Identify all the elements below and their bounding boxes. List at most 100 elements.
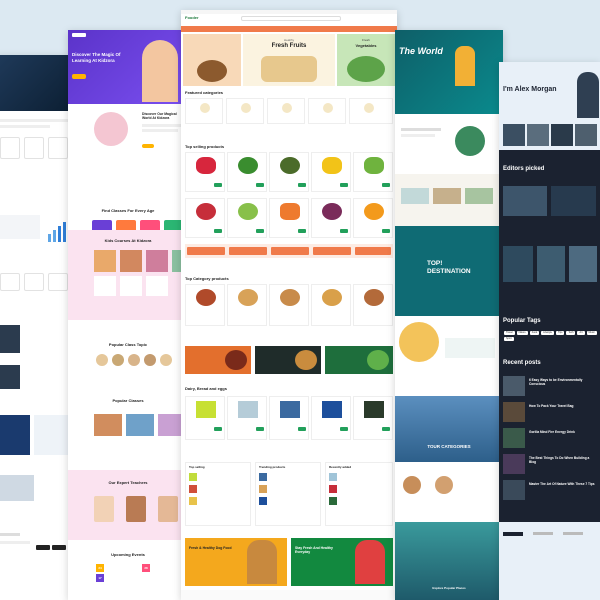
video-card[interactable] bbox=[537, 246, 565, 282]
promo-banner[interactable]: Fresh & Healthy Dog Food bbox=[185, 538, 287, 586]
hero-button[interactable] bbox=[72, 74, 86, 79]
tag[interactable]: Tips bbox=[555, 331, 565, 335]
category-card[interactable] bbox=[226, 98, 264, 124]
video-card[interactable] bbox=[503, 246, 533, 282]
product-column: Trending products bbox=[255, 462, 321, 526]
product-column: Top selling bbox=[185, 462, 251, 526]
category-product[interactable] bbox=[227, 284, 267, 326]
recent-post[interactable]: 6 Easy Ways to be Environmentally Consci… bbox=[503, 376, 596, 398]
product-card[interactable] bbox=[311, 396, 351, 440]
deal-banner[interactable] bbox=[255, 346, 321, 374]
hero-banner[interactable] bbox=[183, 34, 241, 86]
popular-title: Popular Class Topic bbox=[108, 342, 148, 347]
tour-strip bbox=[395, 174, 503, 226]
product-card[interactable] bbox=[269, 396, 309, 440]
product-card[interactable] bbox=[227, 198, 267, 238]
category-product[interactable] bbox=[311, 284, 351, 326]
tag[interactable]: Travel bbox=[504, 331, 515, 335]
product-card[interactable] bbox=[311, 152, 351, 192]
nav-bar bbox=[181, 26, 397, 32]
thumb-strip bbox=[499, 120, 600, 150]
event-date: 28 bbox=[142, 564, 150, 572]
recent-post[interactable]: The Best Things To Do When Building a Bl… bbox=[503, 454, 596, 476]
product-column: Recently added bbox=[325, 462, 393, 526]
courses-section: Kids Courses At Kidzora bbox=[68, 230, 188, 320]
blog-footer bbox=[499, 522, 600, 600]
product-card[interactable] bbox=[269, 152, 309, 192]
text-line bbox=[0, 125, 50, 128]
product-card[interactable] bbox=[311, 198, 351, 238]
text-block bbox=[0, 215, 40, 239]
editor-card[interactable] bbox=[551, 186, 596, 216]
popular-classes-section: Popular Classes bbox=[68, 390, 188, 470]
tag[interactable]: Art bbox=[577, 331, 585, 335]
child-photo bbox=[142, 40, 178, 102]
editors-title: Editors picked bbox=[503, 166, 545, 172]
tag[interactable]: Tech bbox=[566, 331, 576, 335]
hero-image bbox=[0, 55, 72, 111]
recent-post[interactable]: Master The Art Of Nature With These 7 Ti… bbox=[503, 480, 596, 502]
category-card[interactable] bbox=[308, 98, 346, 124]
search-input[interactable] bbox=[241, 16, 341, 21]
tag[interactable]: Lifestyle bbox=[541, 331, 554, 335]
tag-list: Travel Nature Food Lifestyle Tips Tech Art Musi… bbox=[503, 330, 598, 342]
bar-chart bbox=[46, 220, 70, 242]
product-card[interactable] bbox=[185, 152, 225, 192]
destination-section: TOP! DESTINATION bbox=[395, 226, 503, 316]
top-selling-title: Top selling products bbox=[185, 144, 225, 149]
tag[interactable]: Food bbox=[529, 331, 540, 335]
product-card[interactable] bbox=[269, 198, 309, 238]
category-card[interactable] bbox=[267, 98, 305, 124]
form-block bbox=[34, 415, 68, 455]
tag[interactable]: Sport bbox=[504, 337, 514, 341]
card bbox=[24, 137, 44, 159]
topics-section: Popular Class Topic bbox=[68, 320, 188, 390]
preview-panel-blog: I'm Alex Morgan Editors picked Popular T… bbox=[499, 62, 600, 600]
preview-panel-kids-academy: Discover The Magic Of Learning At Kidzor… bbox=[68, 30, 188, 600]
kid-photo bbox=[94, 112, 128, 146]
product-card[interactable] bbox=[353, 152, 393, 192]
teachers-title: Our Expert Teachers bbox=[108, 480, 148, 485]
team-section bbox=[395, 462, 503, 522]
tag[interactable]: Nature bbox=[516, 331, 528, 335]
product-card[interactable] bbox=[227, 152, 267, 192]
image bbox=[0, 475, 34, 501]
hero-banner[interactable]: Fresh Vegetables bbox=[337, 34, 395, 86]
deal-banner[interactable] bbox=[325, 346, 393, 374]
product-card[interactable] bbox=[353, 198, 393, 238]
recent-post[interactable]: Gorilla Mind Fire Energy Drink bbox=[503, 428, 596, 450]
tag[interactable]: Music bbox=[586, 331, 597, 335]
blog-hero: I'm Alex Morgan bbox=[499, 62, 600, 120]
event-date: 24 bbox=[96, 564, 104, 572]
footer bbox=[0, 525, 72, 600]
text-line bbox=[0, 119, 68, 122]
product-card[interactable] bbox=[353, 396, 393, 440]
product-card[interactable] bbox=[185, 396, 225, 440]
product-card[interactable] bbox=[185, 198, 225, 238]
promo-banner[interactable]: Stay Fresh And Healthy Everyday bbox=[291, 538, 393, 586]
category-product[interactable] bbox=[269, 284, 309, 326]
product-card[interactable] bbox=[227, 396, 267, 440]
about-button[interactable] bbox=[142, 144, 154, 148]
about-section: Discover Our Magical World At Kidzora bbox=[68, 104, 188, 194]
category-card[interactable] bbox=[349, 98, 393, 124]
recent-post[interactable]: How To Pack Your Travel Bag bbox=[503, 402, 596, 424]
guide-section bbox=[395, 316, 503, 396]
category-card[interactable] bbox=[185, 98, 223, 124]
hero-banner[interactable]: Healthy Fresh Fruits bbox=[243, 34, 335, 86]
category-product[interactable] bbox=[185, 284, 225, 326]
categories-title: TOUR CATEGORIES bbox=[427, 444, 471, 449]
deal-banner[interactable] bbox=[185, 346, 251, 374]
team-photo bbox=[0, 365, 20, 389]
brand-logo[interactable]: Fooder bbox=[185, 15, 199, 20]
card bbox=[48, 273, 68, 291]
teachers-section: Our Expert Teachers bbox=[68, 470, 188, 540]
travel-hero: The World bbox=[395, 30, 503, 114]
card bbox=[24, 273, 44, 291]
preview-panel-travel: The World TOP! DESTINATION TOUR CATEGORI… bbox=[395, 30, 503, 600]
editor-card[interactable] bbox=[503, 186, 547, 216]
category-product[interactable] bbox=[353, 284, 393, 326]
video-card[interactable] bbox=[569, 246, 597, 282]
brand-strip bbox=[181, 590, 397, 600]
event-date: 17 bbox=[96, 574, 104, 582]
